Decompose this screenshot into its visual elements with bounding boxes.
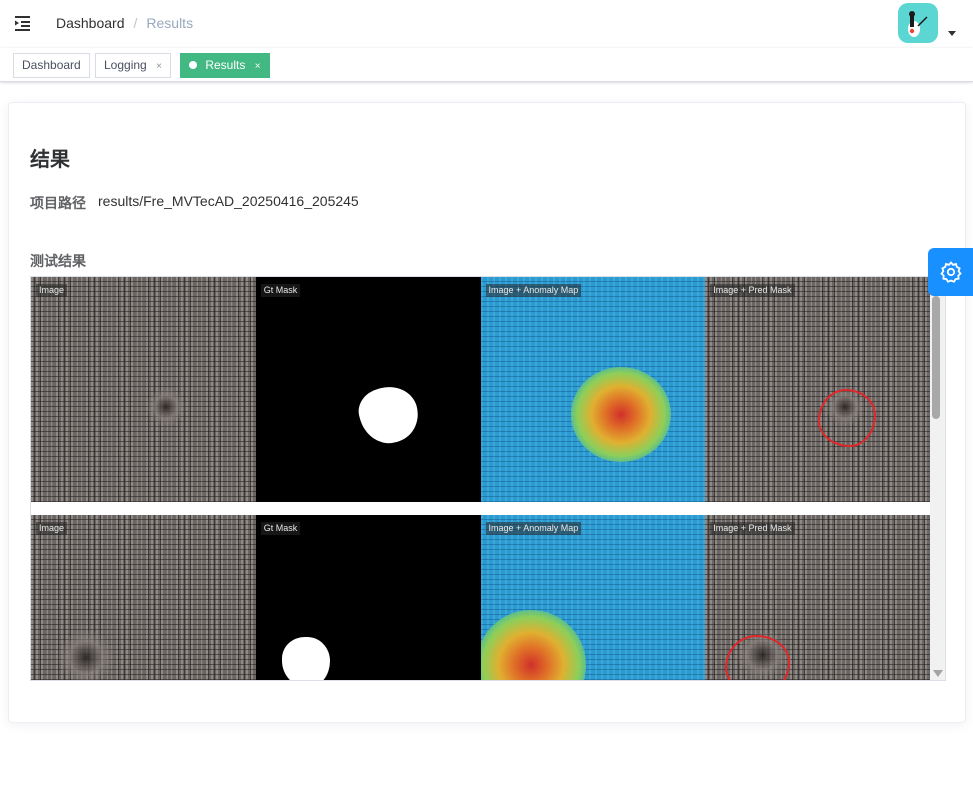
defect-spot — [56, 630, 116, 680]
anomaly-hotspot — [480, 610, 586, 680]
breadcrumb-dashboard[interactable]: Dashboard — [56, 15, 125, 31]
close-icon[interactable]: × — [255, 55, 261, 78]
active-dot-icon — [189, 61, 197, 69]
tag-label: Logging — [104, 58, 147, 72]
project-path-value: results/Fre_MVTecAD_20250416_205245 — [98, 193, 359, 209]
result-row: Image Gt Mask Image + Anomaly Map Image … — [31, 515, 930, 680]
gt-mask-blob — [353, 380, 425, 450]
result-image-panel: Image — [31, 277, 256, 502]
gt-mask-panel: Gt Mask — [255, 515, 481, 680]
breadcrumb: Dashboard / Results — [56, 15, 193, 31]
navbar: Dashboard / Results — [0, 0, 973, 48]
results-card: 结果 项目路径 results/Fre_MVTecAD_20250416_205… — [8, 102, 966, 723]
anomaly-map-panel: Image + Anomaly Map — [480, 515, 706, 680]
gt-mask-panel: Gt Mask — [255, 277, 481, 502]
panel-label: Image — [36, 284, 68, 297]
tag-label: Dashboard — [22, 58, 81, 72]
scrollbar-thumb[interactable] — [932, 296, 940, 419]
close-icon[interactable]: × — [156, 55, 162, 78]
vertical-scrollbar[interactable] — [930, 277, 945, 680]
page-title: 结果 — [30, 149, 70, 171]
pred-mask-outline — [818, 389, 877, 447]
panel-label: Gt Mask — [260, 284, 301, 297]
test-results-label: 测试结果 — [30, 253, 86, 269]
panel-label: Image + Anomaly Map — [485, 284, 582, 297]
tags-view: Dashboard Logging × Results × — [0, 48, 973, 82]
anomaly-hotspot — [570, 367, 671, 462]
project-path-label: 项目路径 — [30, 195, 86, 211]
panel-label: Image + Anomaly Map — [485, 522, 582, 535]
panel-label: Gt Mask — [260, 522, 301, 535]
defect-spot — [146, 387, 186, 427]
tag-results[interactable]: Results × — [180, 53, 270, 78]
result-row: Image Gt Mask Image + Anomaly Map Image … — [31, 277, 930, 502]
panel-label: Image — [36, 522, 68, 535]
tag-label: Results — [205, 58, 246, 72]
pred-mask-panel: Image + Pred Mask — [705, 277, 930, 502]
avatar-icon[interactable] — [898, 3, 938, 43]
panel-label: Image + Pred Mask — [710, 522, 795, 535]
tag-dashboard[interactable]: Dashboard — [13, 53, 90, 78]
gear-icon — [939, 261, 962, 283]
panel-label: Image + Pred Mask — [710, 284, 795, 297]
project-path-row: 项目路径 results/Fre_MVTecAD_20250416_205245 — [30, 193, 359, 213]
hamburger-icon[interactable] — [13, 13, 33, 33]
gt-mask-blob — [281, 637, 330, 680]
scroll-down-arrow-icon[interactable] — [933, 670, 943, 677]
results-scroll-view[interactable]: Image Gt Mask Image + Anomaly Map Image … — [30, 276, 946, 681]
pred-mask-panel: Image + Pred Mask — [705, 515, 930, 680]
breadcrumb-separator: / — [133, 15, 138, 31]
anomaly-map-panel: Image + Anomaly Map — [480, 277, 706, 502]
result-image-panel: Image — [31, 515, 256, 680]
settings-button[interactable] — [928, 248, 973, 296]
caret-down-icon[interactable] — [948, 31, 956, 36]
breadcrumb-results: Results — [146, 15, 194, 31]
tag-logging[interactable]: Logging × — [95, 53, 171, 78]
